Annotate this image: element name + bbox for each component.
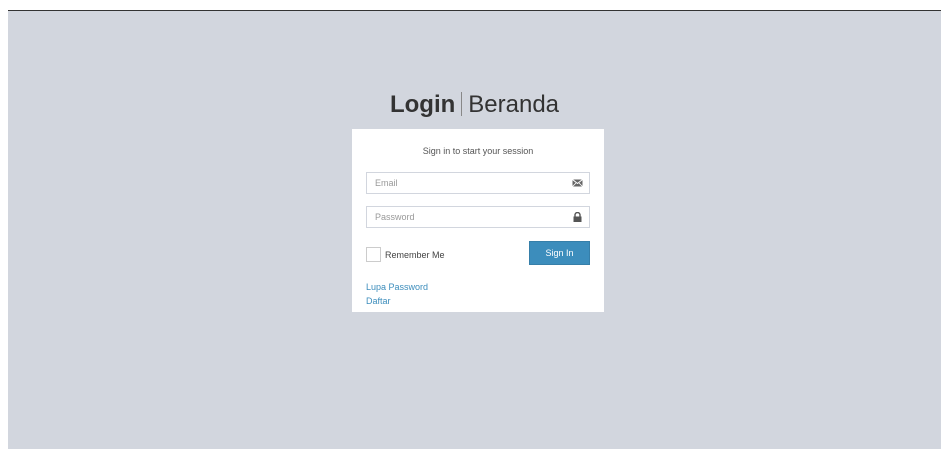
email-field-group xyxy=(366,172,590,194)
register-link[interactable]: Daftar xyxy=(366,296,391,306)
envelope-icon xyxy=(572,179,583,187)
lock-icon xyxy=(573,212,582,222)
remember-me-label: Remember Me xyxy=(385,249,445,260)
forgot-password-link[interactable]: Lupa Password xyxy=(366,282,428,292)
logo-bold-text: Login xyxy=(389,91,456,118)
email-input[interactable] xyxy=(367,173,565,193)
login-logo: Login Beranda xyxy=(8,90,941,120)
logo-divider xyxy=(461,92,463,116)
login-box: Sign in to start your session Remember M… xyxy=(352,129,604,312)
password-input[interactable] xyxy=(367,207,565,227)
remember-me: Remember Me xyxy=(366,247,445,262)
password-field-group xyxy=(366,206,590,228)
remember-me-checkbox[interactable] xyxy=(366,247,381,262)
logo-text: Beranda xyxy=(468,91,560,118)
sign-in-button[interactable]: Sign In xyxy=(529,241,590,265)
login-page: Login Beranda Sign in to start your sessi… xyxy=(8,10,941,449)
login-box-message: Sign in to start your session xyxy=(422,146,534,156)
